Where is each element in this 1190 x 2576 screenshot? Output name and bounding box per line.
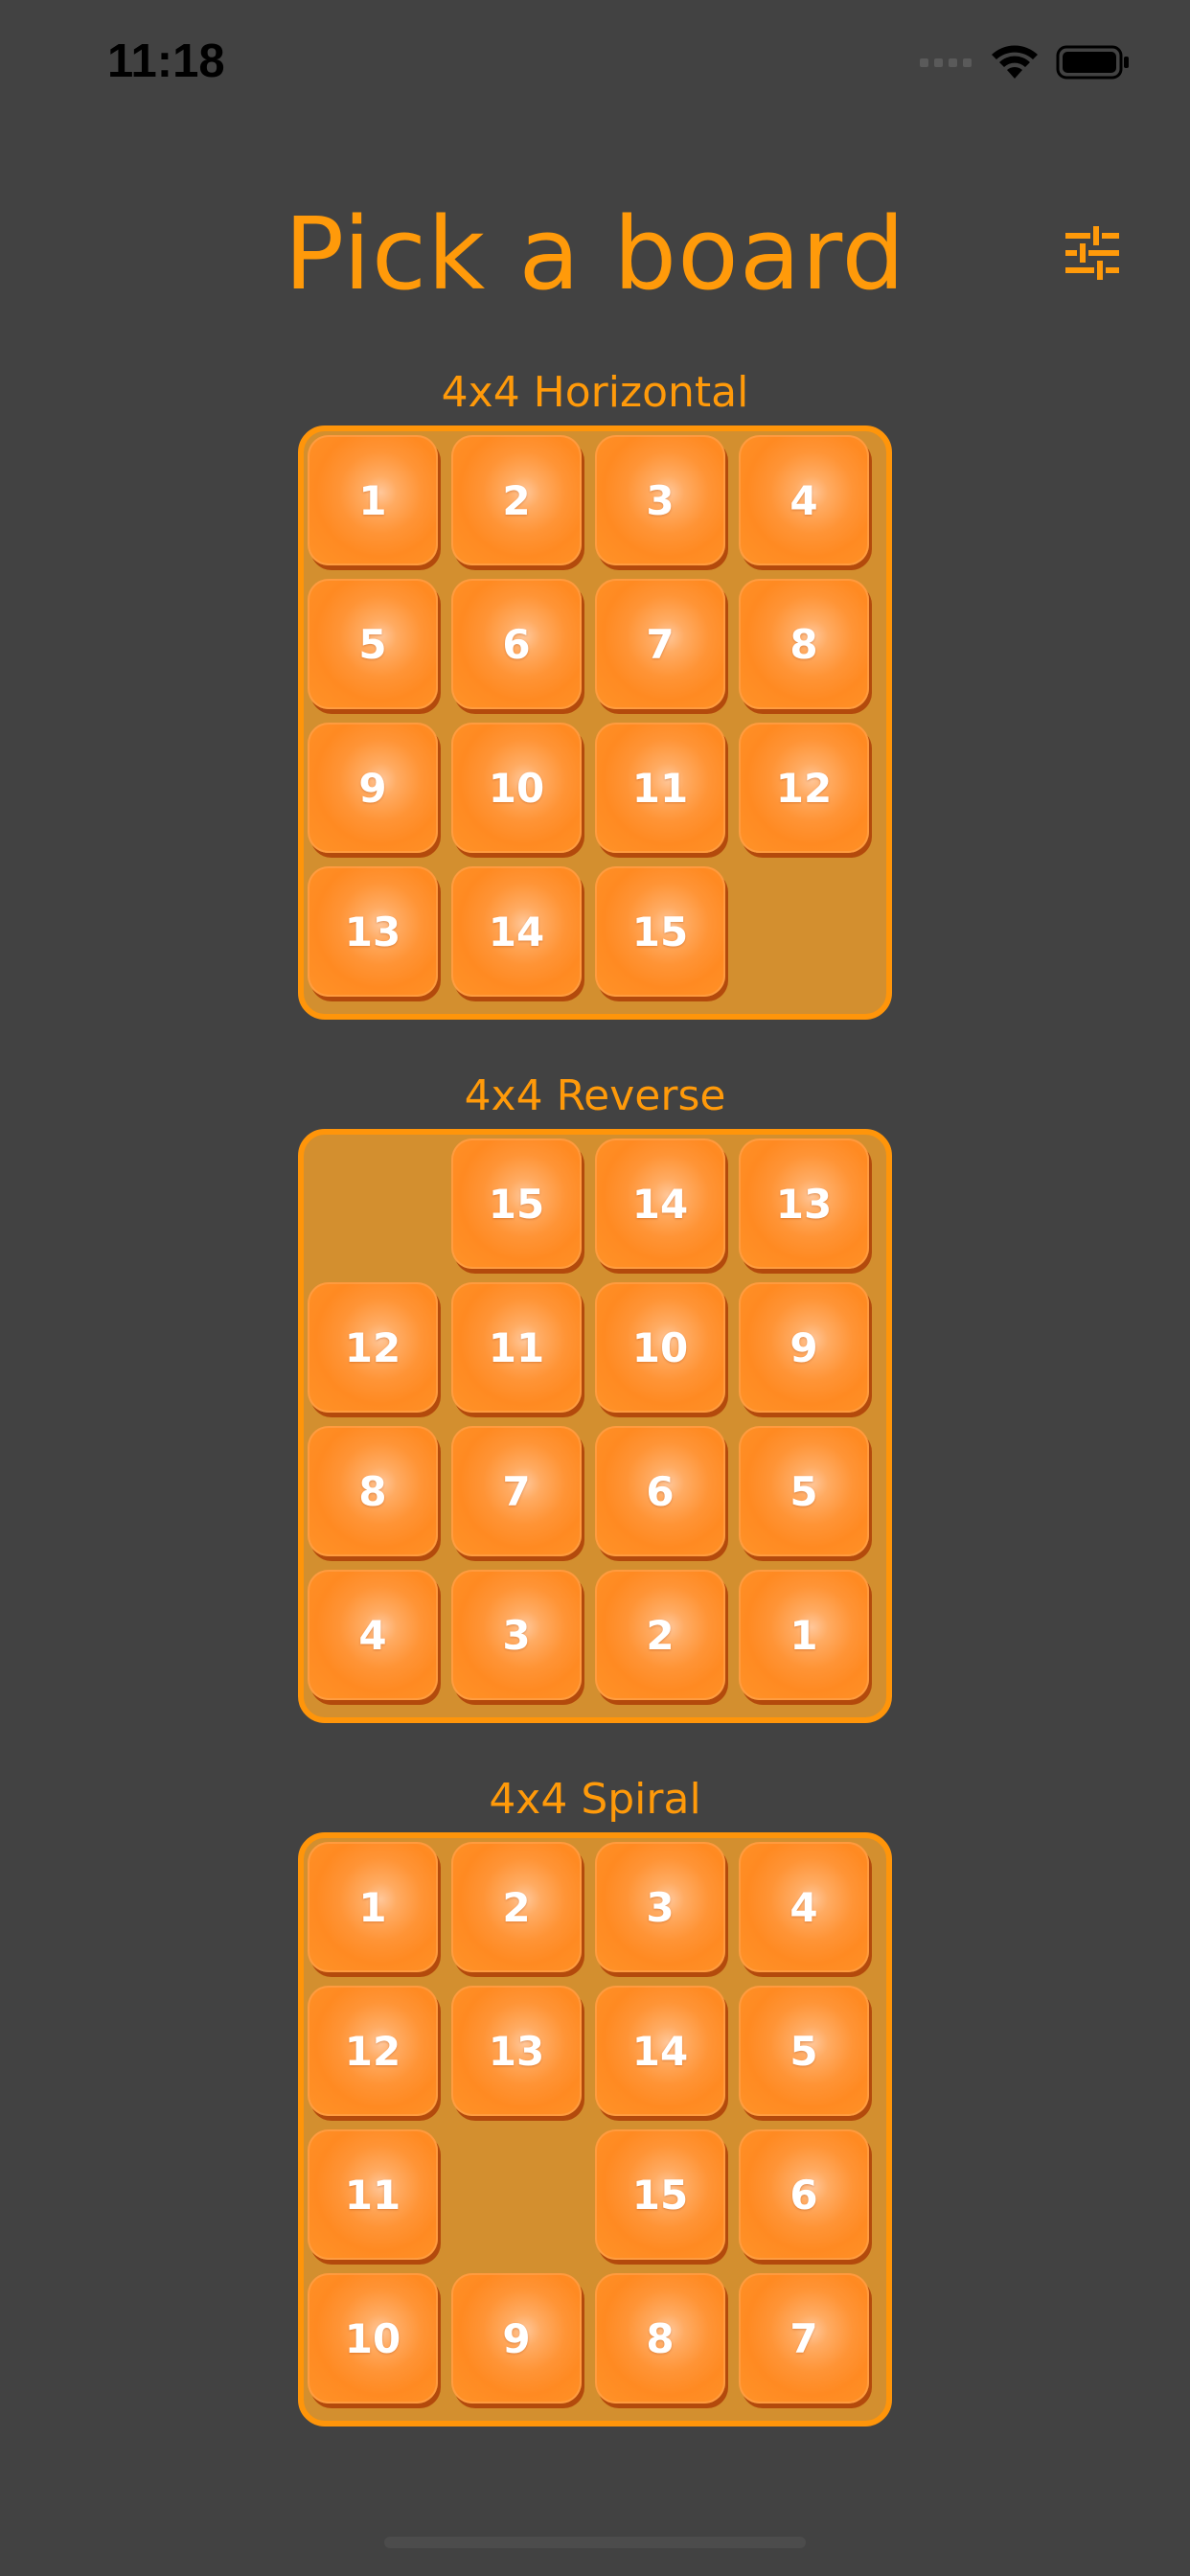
puzzle-tile: 8: [739, 579, 869, 709]
puzzle-tile: 4: [739, 1842, 869, 1972]
puzzle-tile: 1: [308, 435, 438, 565]
puzzle-tile: 6: [739, 2129, 869, 2260]
status-icons: [920, 44, 1131, 80]
board-option[interactable]: 15 14 13 12 11 10 9 8 7 6 5 4 3 2 1: [298, 1129, 892, 1723]
board-section: 4x4 Reverse 15 14 13 12 11 10 9 8 7 6 5 4 3 2 1: [298, 1068, 892, 1723]
puzzle-tile: 7: [595, 579, 725, 709]
settings-button[interactable]: [1062, 222, 1123, 284]
status-bar: 11:18: [0, 0, 1190, 125]
puzzle-tile: 2: [595, 1570, 725, 1700]
puzzle-tile: 13: [308, 866, 438, 997]
board-section: 4x4 Spiral 1 2 3 4 12 13 14 5 11 15 6 10 9 8 7: [298, 1771, 892, 2426]
puzzle-tile: 8: [595, 2273, 725, 2404]
puzzle-tile: 15: [595, 2129, 725, 2260]
puzzle-tile: 2: [451, 435, 582, 565]
puzzle-tile: 1: [308, 1842, 438, 1972]
battery-icon: [1056, 45, 1129, 80]
puzzle-tile: 5: [739, 1986, 869, 2116]
puzzle-tile: 11: [595, 723, 725, 853]
puzzle-tile: 1: [739, 1570, 869, 1700]
puzzle-tile: 5: [739, 1426, 869, 1556]
puzzle-tile: 14: [595, 1986, 725, 2116]
home-indicator: [384, 2537, 806, 2548]
board-option[interactable]: 1 2 3 4 12 13 14 5 11 15 6 10 9 8 7: [298, 1832, 892, 2426]
sliders-icon: [1065, 226, 1119, 280]
status-time: 11:18: [107, 35, 225, 87]
puzzle-tile: 5: [308, 579, 438, 709]
puzzle-tile: 12: [308, 1986, 438, 2116]
puzzle-tile: 8: [308, 1426, 438, 1556]
puzzle-tile: 3: [595, 435, 725, 565]
puzzle-tile: 11: [451, 1282, 582, 1413]
puzzle-tile: 9: [308, 723, 438, 853]
cellular-signal-icon: [920, 58, 972, 67]
puzzle-tile: 13: [739, 1138, 869, 1269]
puzzle-tile: 10: [451, 723, 582, 853]
wifi-icon: [992, 45, 1038, 79]
puzzle-tile: 6: [595, 1426, 725, 1556]
puzzle-tile: 6: [451, 579, 582, 709]
puzzle-tile: 10: [308, 2273, 438, 2404]
board-section: 4x4 Horizontal 1 2 3 4 5 6 7 8 9 10 11 12 13 14 15: [298, 364, 892, 1020]
puzzle-tile: 7: [739, 2273, 869, 2404]
puzzle-tile: 4: [739, 435, 869, 565]
board-label: 4x4 Reverse: [464, 1071, 726, 1120]
puzzle-tile: 15: [451, 1138, 582, 1269]
puzzle-tile: 3: [451, 1570, 582, 1700]
puzzle-tile: 11: [308, 2129, 438, 2260]
puzzle-tile: 15: [595, 866, 725, 997]
puzzle-tile: 9: [451, 2273, 582, 2404]
puzzle-tile: 7: [451, 1426, 582, 1556]
puzzle-tile: 3: [595, 1842, 725, 1972]
puzzle-tile: 9: [739, 1282, 869, 1413]
page-title: Pick a board: [284, 196, 906, 312]
puzzle-tile: 14: [451, 866, 582, 997]
puzzle-tile: 14: [595, 1138, 725, 1269]
puzzle-tile: 12: [308, 1282, 438, 1413]
board-label: 4x4 Horizontal: [441, 368, 749, 417]
puzzle-tile: 12: [739, 723, 869, 853]
board-label: 4x4 Spiral: [489, 1775, 701, 1824]
board-option[interactable]: 1 2 3 4 5 6 7 8 9 10 11 12 13 14 15: [298, 426, 892, 1020]
puzzle-tile: 10: [595, 1282, 725, 1413]
puzzle-tile: 2: [451, 1842, 582, 1972]
puzzle-tile: 4: [308, 1570, 438, 1700]
puzzle-tile: 13: [451, 1986, 582, 2116]
